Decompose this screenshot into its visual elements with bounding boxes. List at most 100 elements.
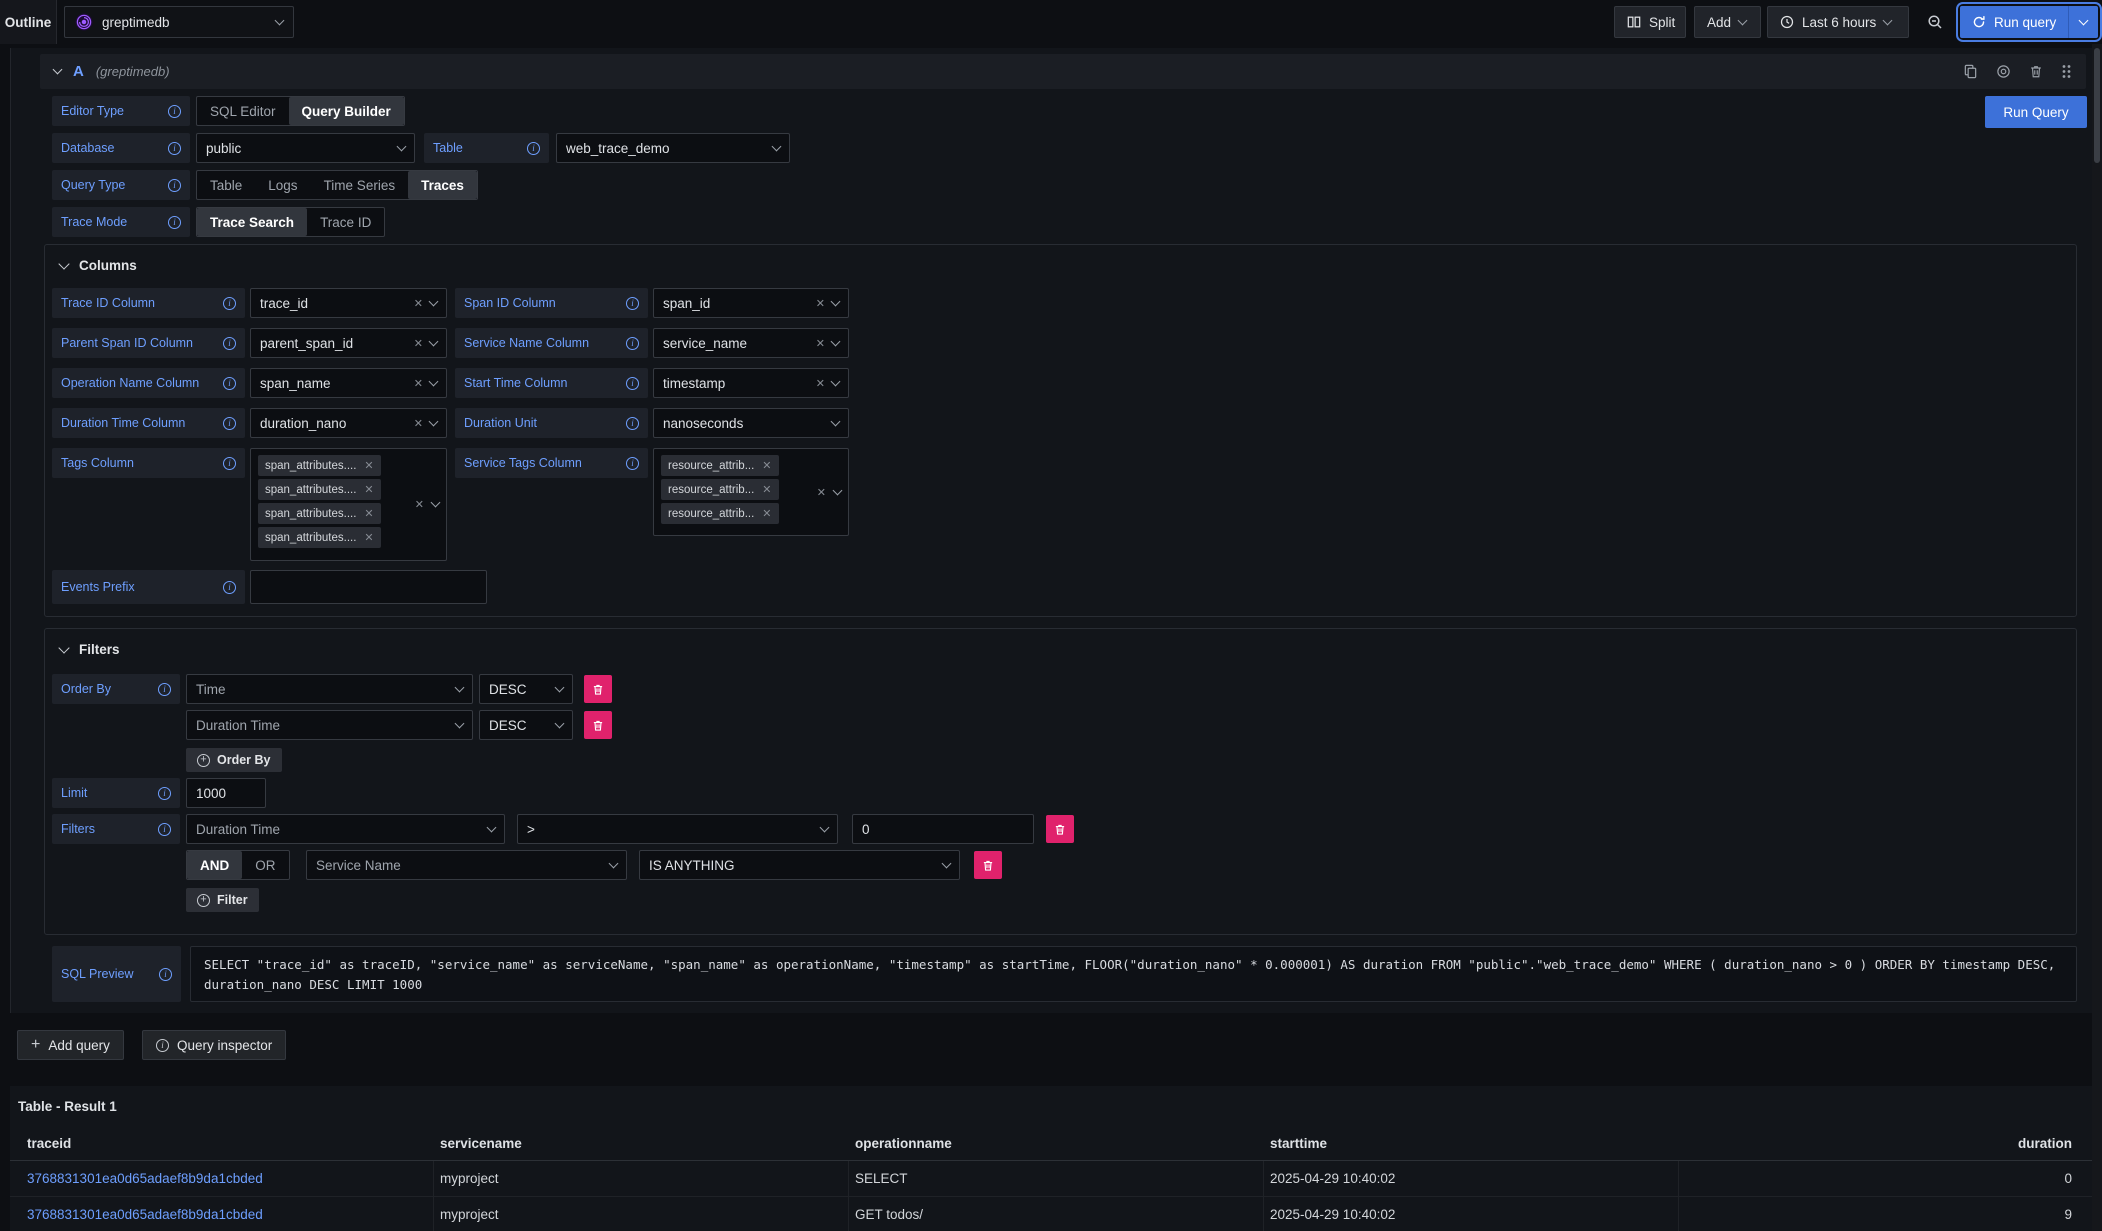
editor-type-option-sql-editor[interactable]: SQL Editor [197, 97, 289, 125]
query-inspector-button[interactable]: Query inspector [142, 1030, 286, 1060]
info-icon[interactable] [168, 179, 181, 192]
remove-filter-button[interactable] [974, 851, 1002, 879]
filter-operator-select[interactable]: > [517, 814, 838, 844]
limit-input[interactable] [186, 778, 266, 808]
info-icon[interactable] [223, 377, 236, 390]
collapse-chevron-icon[interactable] [53, 65, 63, 75]
tag-chip[interactable]: span_attributes.... [258, 479, 381, 500]
service-tags-column-multiselect[interactable]: resource_attrib... resource_attrib... re… [653, 448, 849, 536]
remove-chip-icon[interactable] [762, 507, 771, 520]
duration-time-column-select[interactable]: duration_nano [250, 408, 447, 438]
remove-filter-button[interactable] [1046, 815, 1074, 843]
info-icon[interactable] [626, 337, 639, 350]
info-icon[interactable] [223, 297, 236, 310]
traceid-link[interactable]: 3768831301ea0d65adaef8b9da1cbded [27, 1207, 263, 1222]
filter-value-input[interactable] [852, 814, 1034, 844]
drag-handle-icon[interactable] [2061, 64, 2072, 79]
clear-all-icon[interactable] [817, 486, 826, 499]
tag-chip[interactable]: span_attributes.... [258, 503, 381, 524]
tags-column-multiselect[interactable]: span_attributes.... span_attributes.... … [250, 448, 447, 561]
add-button[interactable]: Add [1694, 6, 1761, 38]
datasource-picker[interactable]: greptimedb [64, 6, 294, 38]
clear-icon[interactable] [816, 377, 825, 390]
clear-icon[interactable] [414, 417, 423, 430]
editor-type-option-query-builder[interactable]: Query Builder [289, 97, 404, 125]
info-icon[interactable] [223, 337, 236, 350]
scrollbar-track[interactable] [2092, 44, 2102, 1231]
start-time-column-select[interactable]: timestamp [653, 368, 849, 398]
order-by-direction-select[interactable]: DESC [479, 710, 573, 740]
connector-option-or[interactable]: OR [242, 851, 288, 879]
clear-icon[interactable] [414, 297, 423, 310]
clear-icon[interactable] [414, 337, 423, 350]
clear-icon[interactable] [414, 377, 423, 390]
connector-option-and[interactable]: AND [187, 851, 242, 879]
zoom-out-time-button[interactable] [1917, 6, 1953, 38]
info-icon[interactable] [159, 968, 172, 981]
trace-mode-option-trace-id[interactable]: Trace ID [307, 208, 384, 236]
scrollbar-thumb[interactable] [2094, 48, 2100, 163]
duration-unit-select[interactable]: nanoseconds [653, 408, 849, 438]
query-type-option-time-series[interactable]: Time Series [311, 171, 409, 199]
filter-operator-select[interactable]: IS ANYTHING [639, 850, 960, 880]
service-tag-chip[interactable]: resource_attrib... [661, 455, 779, 476]
remove-order-by-button[interactable] [584, 711, 612, 739]
filters-section-header[interactable]: Filters [60, 642, 120, 657]
info-icon[interactable] [223, 417, 236, 430]
column-header-duration[interactable]: duration [2018, 1136, 2072, 1151]
add-order-by-button[interactable]: Order By [186, 748, 282, 772]
span-id-column-select[interactable]: span_id [653, 288, 849, 318]
run-query-dropdown-button[interactable] [2068, 6, 2098, 38]
filter-field-select[interactable]: Duration Time [186, 814, 505, 844]
service-tag-chip[interactable]: resource_attrib... [661, 503, 779, 524]
tag-chip[interactable]: span_attributes.... [258, 455, 381, 476]
remove-chip-icon[interactable] [762, 483, 771, 496]
order-by-field-select[interactable]: Duration Time [186, 710, 473, 740]
clear-icon[interactable] [816, 337, 825, 350]
time-range-picker[interactable]: Last 6 hours [1767, 6, 1909, 38]
run-query-inner-button[interactable]: Run Query [1985, 96, 2087, 128]
traceid-link[interactable]: 3768831301ea0d65adaef8b9da1cbded [27, 1171, 263, 1186]
column-header-starttime[interactable]: starttime [1270, 1136, 1327, 1151]
columns-section-header[interactable]: Columns [60, 258, 137, 273]
trace-id-column-select[interactable]: trace_id [250, 288, 447, 318]
info-icon[interactable] [168, 105, 181, 118]
remove-chip-icon[interactable] [762, 459, 771, 472]
order-by-direction-select[interactable]: DESC [479, 674, 573, 704]
remove-chip-icon[interactable] [364, 483, 373, 496]
query-type-option-traces[interactable]: Traces [408, 171, 477, 199]
remove-chip-icon[interactable] [364, 531, 373, 544]
database-select[interactable]: public [196, 133, 415, 163]
info-icon[interactable] [168, 216, 181, 229]
info-icon[interactable] [168, 142, 181, 155]
remove-chip-icon[interactable] [364, 507, 373, 520]
filter-field-select[interactable]: Service Name [306, 850, 627, 880]
service-name-column-select[interactable]: service_name [653, 328, 849, 358]
column-header-operationname[interactable]: operationname [855, 1136, 952, 1151]
column-header-traceid[interactable]: traceid [27, 1136, 71, 1151]
tag-chip[interactable]: span_attributes.... [258, 527, 381, 548]
remove-chip-icon[interactable] [364, 459, 373, 472]
table-select[interactable]: web_trace_demo [556, 133, 790, 163]
delete-query-icon[interactable] [2029, 64, 2043, 79]
info-icon[interactable] [527, 142, 540, 155]
split-button[interactable]: Split [1614, 6, 1686, 38]
remove-order-by-button[interactable] [584, 675, 612, 703]
info-icon[interactable] [223, 581, 236, 594]
info-icon[interactable] [158, 823, 171, 836]
query-type-option-table[interactable]: Table [197, 171, 255, 199]
trace-mode-option-trace-search[interactable]: Trace Search [197, 208, 307, 236]
add-query-button[interactable]: Add query [17, 1030, 124, 1060]
info-icon[interactable] [626, 377, 639, 390]
toggle-visibility-icon[interactable] [1996, 64, 2011, 79]
events-prefix-input[interactable] [250, 570, 487, 604]
info-icon[interactable] [158, 787, 171, 800]
service-tag-chip[interactable]: resource_attrib... [661, 479, 779, 500]
info-icon[interactable] [626, 457, 639, 470]
info-icon[interactable] [626, 417, 639, 430]
info-icon[interactable] [223, 457, 236, 470]
order-by-field-select[interactable]: Time [186, 674, 473, 704]
column-header-servicename[interactable]: servicename [440, 1136, 522, 1151]
parent-span-id-column-select[interactable]: parent_span_id [250, 328, 447, 358]
duplicate-query-icon[interactable] [1963, 64, 1978, 79]
